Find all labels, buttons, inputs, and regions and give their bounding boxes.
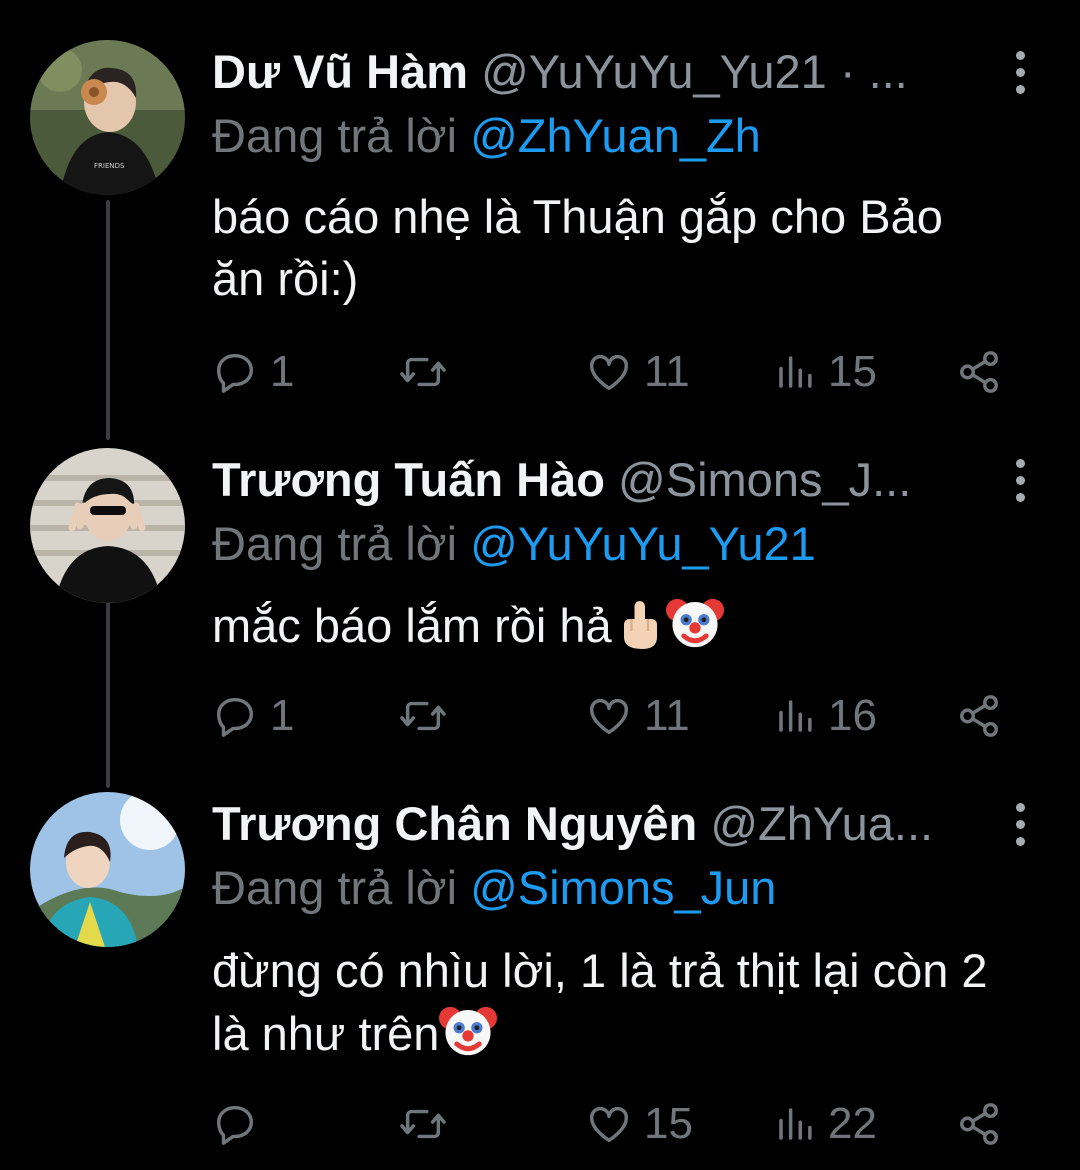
replying-to: Đang trả lời @Simons_Jun — [212, 860, 776, 916]
like-count: 11 — [644, 691, 690, 740]
retweet-button[interactable] — [398, 690, 460, 742]
clown-face-emoji — [439, 1006, 498, 1056]
heart-icon — [590, 354, 628, 391]
view-count: 16 — [828, 691, 877, 740]
retweet-button[interactable] — [398, 1098, 460, 1150]
views-button[interactable]: 22 — [774, 1098, 877, 1150]
display-name[interactable]: Trương Tuấn Hào — [212, 453, 605, 506]
like-button[interactable]: 11 — [586, 346, 690, 398]
share-icon — [960, 695, 998, 737]
heart-icon — [590, 1106, 628, 1143]
reply-count: 1 — [270, 347, 295, 396]
replying-to: Đang trả lời @ZhYuan_Zh — [212, 108, 761, 164]
middle-finger-emoji — [623, 601, 657, 649]
avatar[interactable]: FRIENDS — [30, 40, 185, 195]
mention-link[interactable]: @YuYuYu_Yu21 — [470, 517, 816, 570]
retweet-icon — [400, 701, 446, 731]
views-button[interactable]: 15 — [774, 346, 877, 398]
tweet-actions: 1 11 16 — [212, 690, 1012, 742]
tweet[interactable]: FRIENDS Dư Vũ Hàm @YuYuYu_Yu21 · ... Đan… — [0, 0, 1080, 430]
like-button[interactable]: 15 — [586, 1098, 693, 1150]
retweet-button[interactable] — [398, 346, 460, 398]
reply-button[interactable]: 1 — [212, 690, 294, 742]
reply-button[interactable] — [212, 1098, 270, 1150]
tweet-header: Trương Chân Nguyên @ZhYua... — [212, 796, 980, 852]
avatar[interactable] — [30, 448, 185, 603]
avatar[interactable] — [30, 792, 185, 947]
tweet[interactable]: Trương Tuấn Hào @Simons_J... Đang trả lờ… — [0, 430, 1080, 790]
reply-button[interactable]: 1 — [212, 346, 294, 398]
like-count: 11 — [644, 347, 690, 396]
heart-icon — [590, 698, 628, 735]
mention-link[interactable]: @Simons_Jun — [470, 861, 776, 914]
more-options-icon[interactable] — [1008, 796, 1032, 852]
tweet-actions: 15 22 — [212, 1098, 1012, 1150]
reply-icon — [216, 1105, 254, 1145]
reply-icon — [216, 697, 254, 737]
more-options-icon[interactable] — [1008, 44, 1032, 100]
tweet[interactable]: Trương Chân Nguyên @ZhYua... Đang trả lờ… — [0, 790, 1080, 1170]
tweet-text-content: đừng có nhìu lời, 1 là trả thịt lại còn … — [212, 944, 988, 1060]
replying-to: Đang trả lời @YuYuYu_Yu21 — [212, 516, 816, 572]
share-button[interactable] — [956, 690, 1002, 742]
user-handle[interactable]: @Simons_J... — [618, 453, 911, 506]
reply-count: 1 — [270, 691, 295, 740]
replying-to-label: Đang trả lời — [212, 517, 458, 570]
user-handle[interactable]: @YuYuYu_Yu21 · ... — [481, 45, 908, 98]
like-button[interactable]: 11 — [586, 690, 690, 742]
tweet-text: đừng có nhìu lời, 1 là trả thịt lại còn … — [212, 940, 1002, 1065]
share-icon — [960, 351, 998, 393]
more-options-icon[interactable] — [1008, 452, 1032, 508]
analytics-icon — [779, 356, 812, 388]
views-button[interactable]: 16 — [774, 690, 877, 742]
clown-face-emoji — [665, 598, 724, 648]
tweet-actions: 1 11 15 — [212, 346, 1012, 398]
replying-to-label: Đang trả lời — [212, 109, 458, 162]
tweet-text: mắc báo lắm rồi hả — [212, 594, 1002, 657]
tweet-header: Dư Vũ Hàm @YuYuYu_Yu21 · ... — [212, 44, 980, 100]
retweet-icon — [400, 1109, 446, 1139]
tweet-text-content: mắc báo lắm rồi hả — [212, 599, 612, 652]
analytics-icon — [779, 700, 812, 732]
share-button[interactable] — [956, 1098, 1002, 1150]
tweet-text: báo cáo nhẹ là Thuận gắp cho Bảo ăn rồi:… — [212, 186, 1002, 310]
display-name[interactable]: Dư Vũ Hàm — [212, 45, 468, 98]
analytics-icon — [779, 1108, 812, 1140]
display-name[interactable]: Trương Chân Nguyên — [212, 797, 697, 850]
retweet-icon — [400, 357, 446, 387]
reply-icon — [216, 353, 254, 393]
replying-to-label: Đang trả lời — [212, 861, 458, 914]
tweet-text-content: báo cáo nhẹ là Thuận gắp cho Bảo ăn rồi:… — [212, 190, 943, 305]
mention-link[interactable]: @ZhYuan_Zh — [470, 109, 761, 162]
view-count: 15 — [828, 347, 877, 396]
svg-text:FRIENDS: FRIENDS — [94, 162, 125, 170]
share-icon — [960, 1103, 998, 1145]
view-count: 22 — [828, 1099, 877, 1148]
user-handle[interactable]: @ZhYua... — [710, 797, 933, 850]
tweet-header: Trương Tuấn Hào @Simons_J... — [212, 452, 980, 508]
like-count: 15 — [644, 1099, 693, 1148]
share-button[interactable] — [956, 346, 1002, 398]
